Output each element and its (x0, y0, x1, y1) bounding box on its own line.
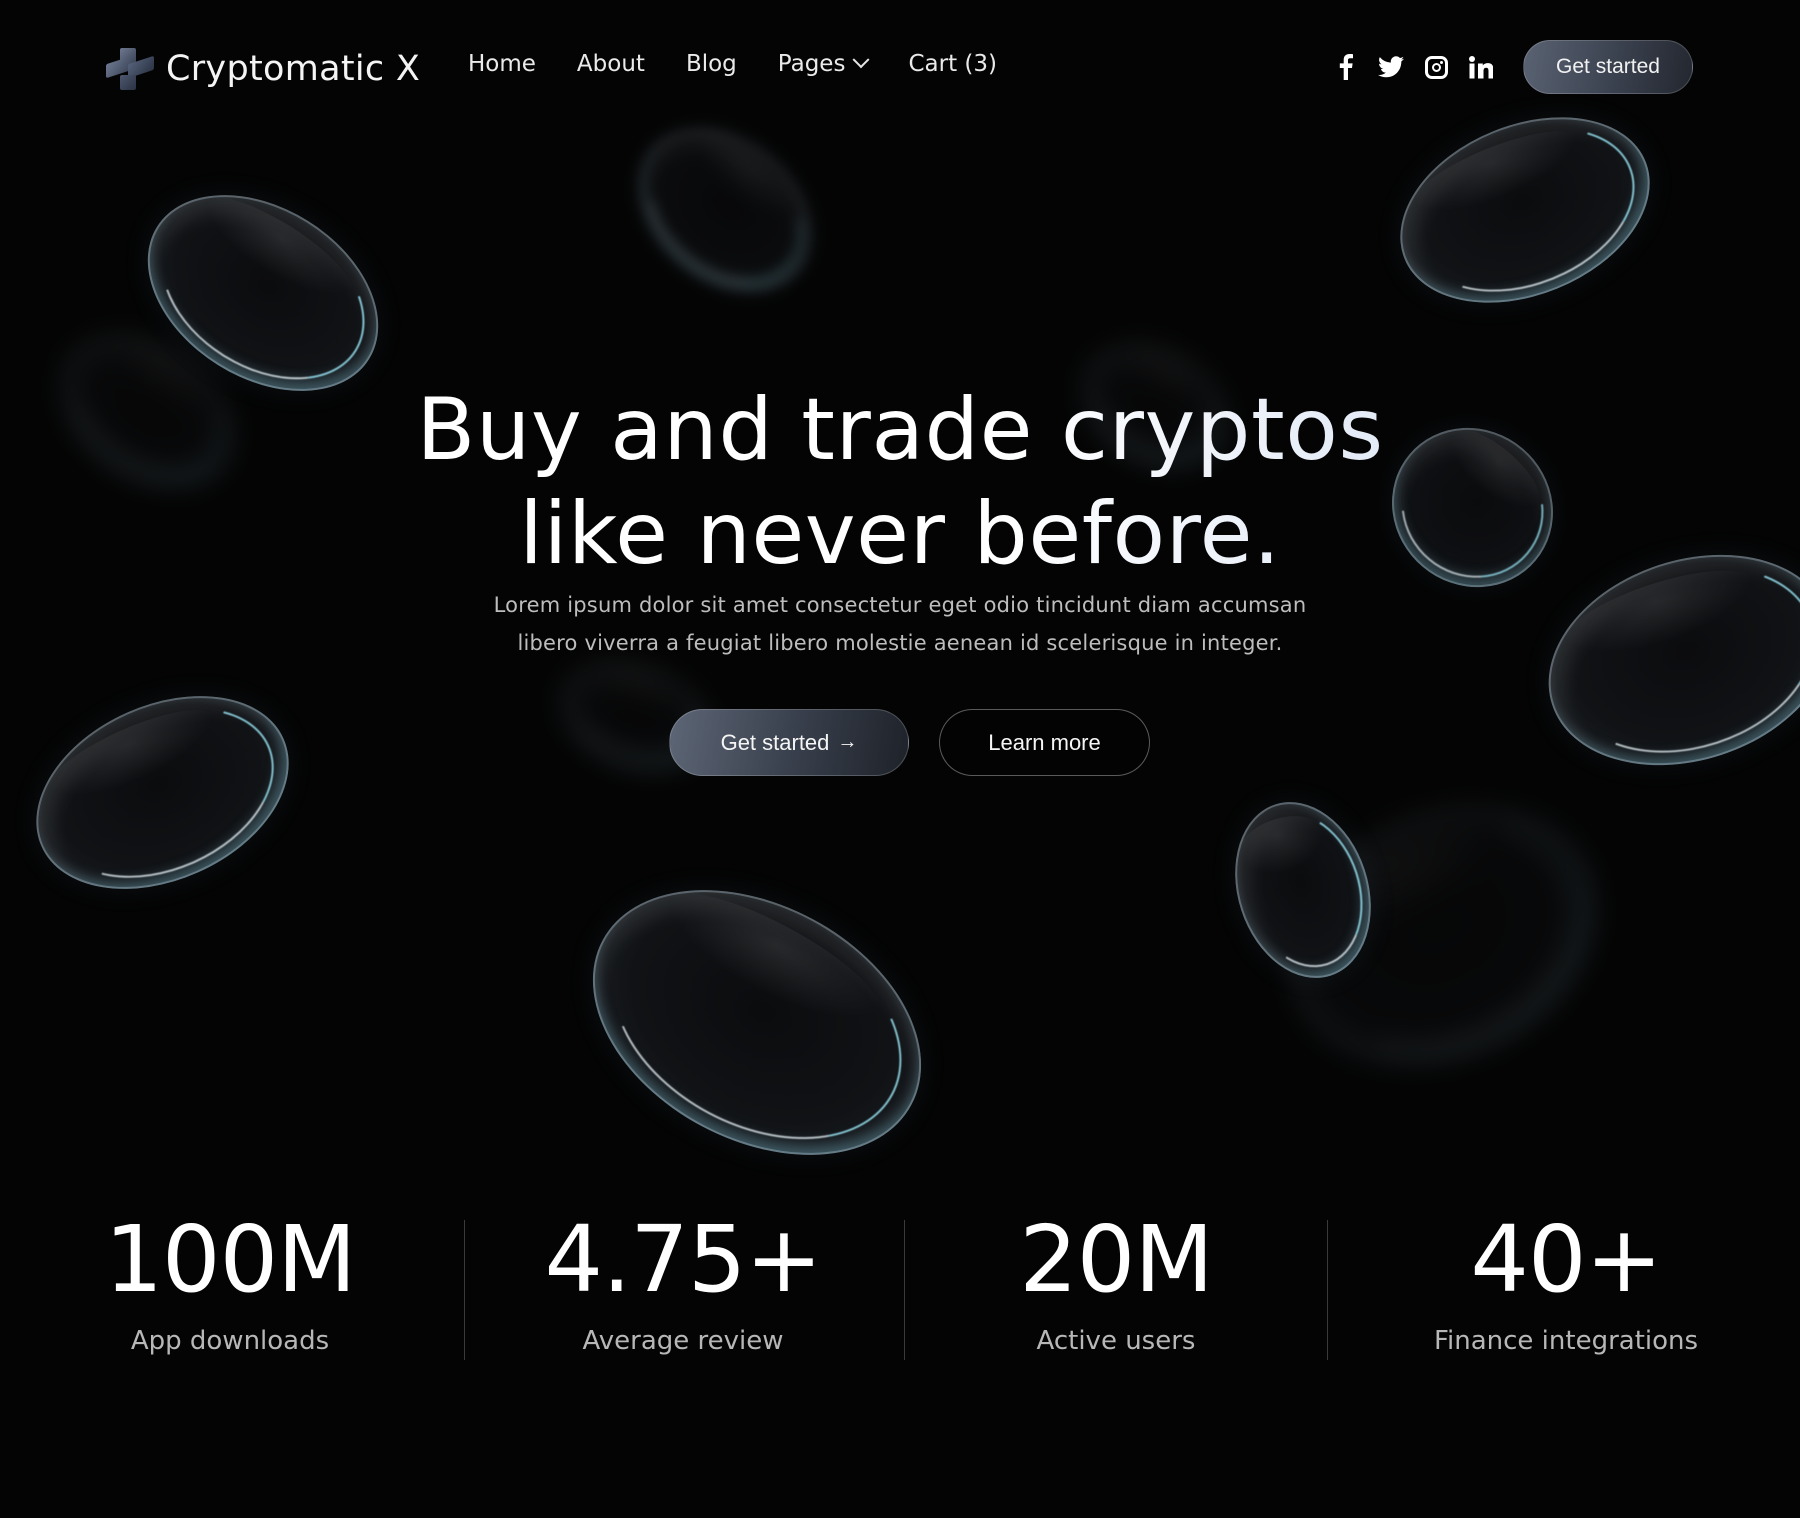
brand-name: Cryptomatic X (166, 49, 421, 89)
arrow-right-icon: → (837, 731, 858, 753)
top-navigation: Cryptomatic X Home About Blog Pages Cart… (0, 0, 1800, 136)
stat-label: Average review (582, 1326, 784, 1356)
nav-link-pages-dropdown[interactable]: Pages (777, 51, 870, 77)
glass-disc-decoration (1249, 759, 1636, 1111)
chevron-down-icon (852, 51, 870, 69)
twitter-icon[interactable] (1378, 52, 1404, 82)
stat-label: Active users (1036, 1326, 1196, 1356)
hero-subtitle-line-1: Lorem ipsum dolor sit amet consectetur e… (493, 593, 1307, 617)
stat-label: App downloads (130, 1326, 330, 1356)
nav-link-about[interactable]: About (577, 51, 645, 77)
hero-title-line-1: Buy and trade cryptos (416, 380, 1384, 480)
nav-link-pages-label: Pages (777, 51, 846, 77)
stat-value: 40+ (1470, 1206, 1662, 1313)
get-started-nav-button[interactable]: Get started (1523, 40, 1693, 94)
brand-logo[interactable]: Cryptomatic X (106, 48, 420, 90)
stat-active-users: 20M Active users (906, 1206, 1326, 1357)
stat-divider (904, 1220, 905, 1360)
facebook-icon[interactable] (1333, 52, 1359, 82)
get-started-button[interactable]: Get started → (669, 709, 909, 776)
nav-link-home[interactable]: Home (468, 51, 536, 77)
cube-cross-logo-icon (106, 48, 154, 90)
social-links (1333, 52, 1513, 82)
hero-subtitle-line-2: libero viverra a feugiat libero molestie… (517, 631, 1283, 655)
stat-value: 20M (1019, 1206, 1213, 1313)
nav-link-blog[interactable]: Blog (686, 51, 737, 77)
stat-label: Finance integrations (1433, 1326, 1699, 1356)
hero-actions: Get started → Learn more (669, 709, 1150, 776)
glass-disc-decoration (5, 658, 320, 927)
instagram-icon[interactable] (1423, 52, 1449, 82)
linkedin-icon[interactable] (1468, 52, 1494, 82)
stat-app-downloads: 100M App downloads (20, 1206, 440, 1357)
nav-menu: Home About Blog Pages Cart (3) (468, 51, 1038, 77)
hero-subtitle: Lorem ipsum dolor sit amet consectetur e… (0, 586, 1800, 662)
stats-section: 100M App downloads 4.75+ Average review … (0, 1210, 1800, 1360)
stat-value: 4.75+ (544, 1206, 823, 1313)
hero-title: Buy and trade cryptos like never before. (0, 378, 1800, 586)
stat-divider (1327, 1220, 1328, 1360)
stat-value: 100M (104, 1206, 357, 1313)
stat-average-review: 4.75+ Average review (473, 1206, 893, 1357)
stat-finance-integrations: 40+ Finance integrations (1356, 1206, 1776, 1357)
glass-disc-decoration (1213, 784, 1393, 996)
glass-disc-decoration (547, 836, 967, 1209)
hero-title-line-2: like never before. (519, 484, 1281, 584)
stat-divider (464, 1220, 465, 1360)
get-started-label: Get started (720, 729, 830, 755)
learn-more-button[interactable]: Learn more (939, 709, 1150, 776)
nav-link-cart[interactable]: Cart (3) (908, 51, 997, 77)
